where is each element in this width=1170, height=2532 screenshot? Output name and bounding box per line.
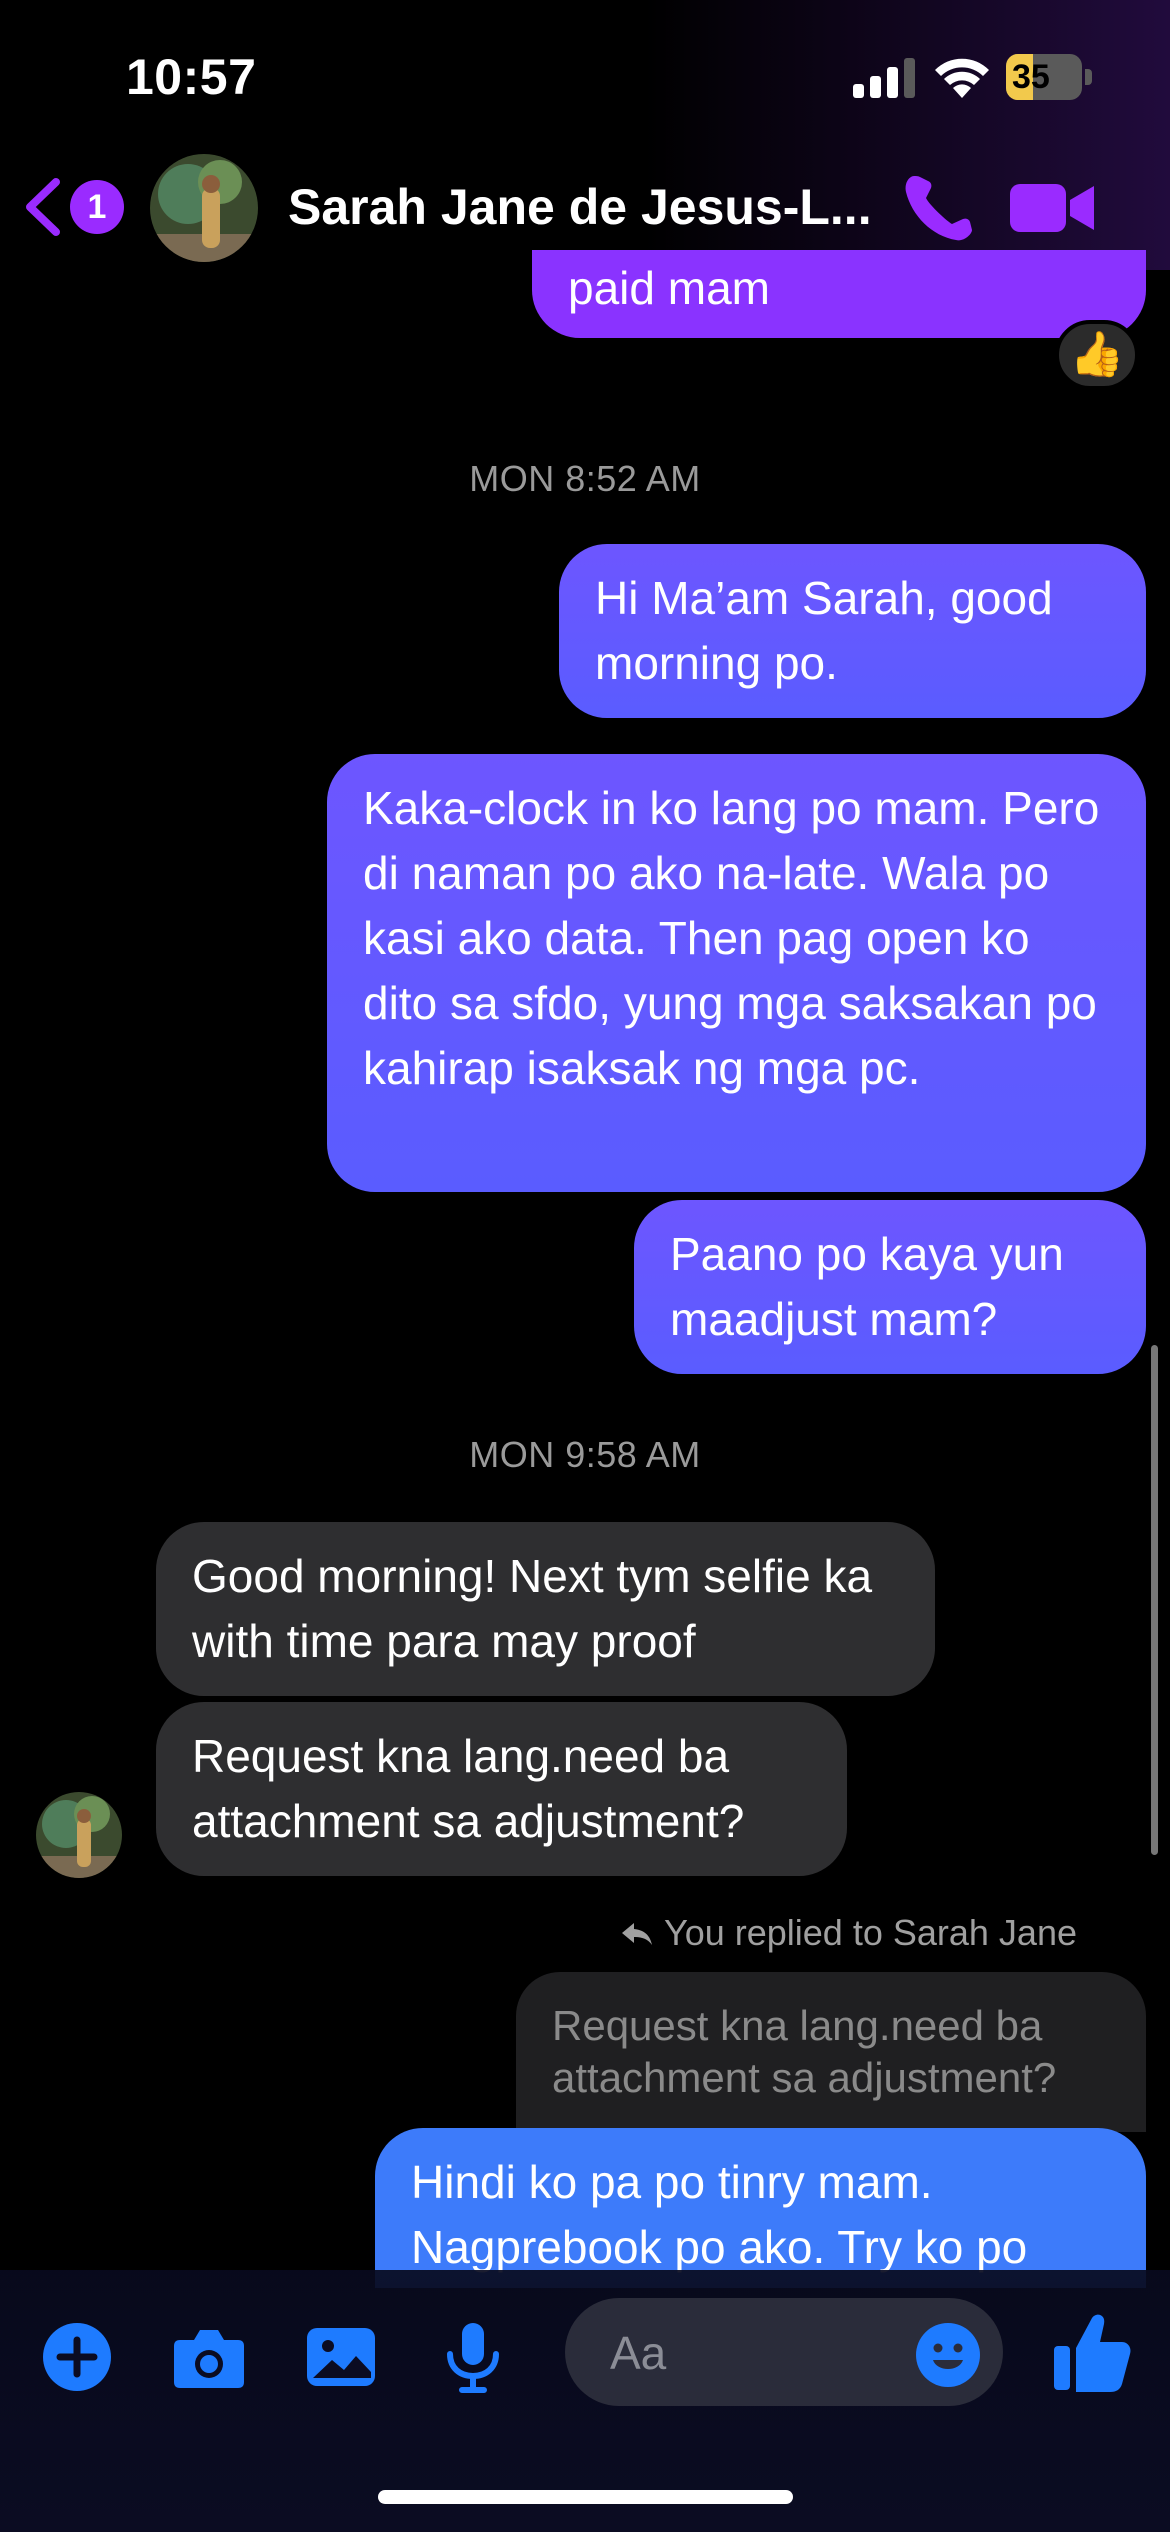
message-bubble-incoming[interactable]: Good morning! Next tym selfie ka with ti… — [156, 1522, 935, 1696]
cellular-signal-icon — [853, 58, 915, 98]
message-input[interactable]: Aa — [565, 2298, 1003, 2406]
reply-arrow-icon — [622, 1923, 652, 1945]
chevron-left-icon — [26, 178, 60, 236]
home-indicator — [378, 2490, 793, 2504]
message-bubble-outgoing[interactable]: Paano po kaya yun maadjust mam? — [634, 1200, 1146, 1374]
reply-context: You replied to Sarah Jane — [620, 1912, 1077, 1954]
message-input-placeholder: Aa — [610, 2327, 667, 2379]
microphone-icon[interactable] — [436, 2320, 510, 2394]
sender-avatar[interactable] — [36, 1792, 122, 1878]
contact-avatar[interactable] — [150, 154, 258, 262]
phone-icon[interactable] — [900, 172, 980, 244]
gallery-icon[interactable] — [304, 2320, 378, 2394]
message-bubble-incoming[interactable]: Request kna lang.need ba attachment sa a… — [156, 1702, 847, 1876]
message-bubble-outgoing[interactable]: paid mam — [532, 250, 1146, 338]
battery-level: 35 — [1012, 58, 1050, 96]
plus-icon[interactable] — [40, 2320, 114, 2394]
contact-name[interactable]: Sarah Jane de Jesus-L... — [288, 178, 898, 236]
video-camera-icon[interactable] — [1010, 180, 1094, 236]
emoji-icon[interactable] — [915, 2322, 981, 2388]
message-bubble-outgoing[interactable]: Hi Ma’am Sarah, good morning po. — [559, 544, 1146, 718]
reaction-badge[interactable]: 👍 — [1055, 320, 1139, 390]
unread-badge: 1 — [70, 180, 124, 234]
scrollbar[interactable] — [1151, 1345, 1158, 1855]
timestamp: MON 8:52 AM — [469, 458, 701, 499]
thumbs-up-icon[interactable] — [1052, 2312, 1132, 2394]
battery-icon: 35 — [1006, 54, 1092, 100]
reply-context-label: You replied to Sarah Jane — [664, 1912, 1077, 1953]
timestamp: MON 9:58 AM — [469, 1434, 701, 1475]
message-bubble-outgoing-reply[interactable]: Hindi ko pa po tinry mam. Nagprebook po … — [375, 2128, 1146, 2288]
status-time: 10:57 — [126, 49, 257, 105]
back-button[interactable]: 1 — [22, 172, 132, 242]
quoted-message[interactable]: Request kna lang.need ba attachment sa a… — [516, 1972, 1146, 2132]
camera-icon[interactable] — [172, 2320, 246, 2394]
message-bubble-outgoing[interactable]: Kaka-clock in ko lang po mam. Pero di na… — [327, 754, 1146, 1192]
wifi-icon — [935, 58, 989, 98]
